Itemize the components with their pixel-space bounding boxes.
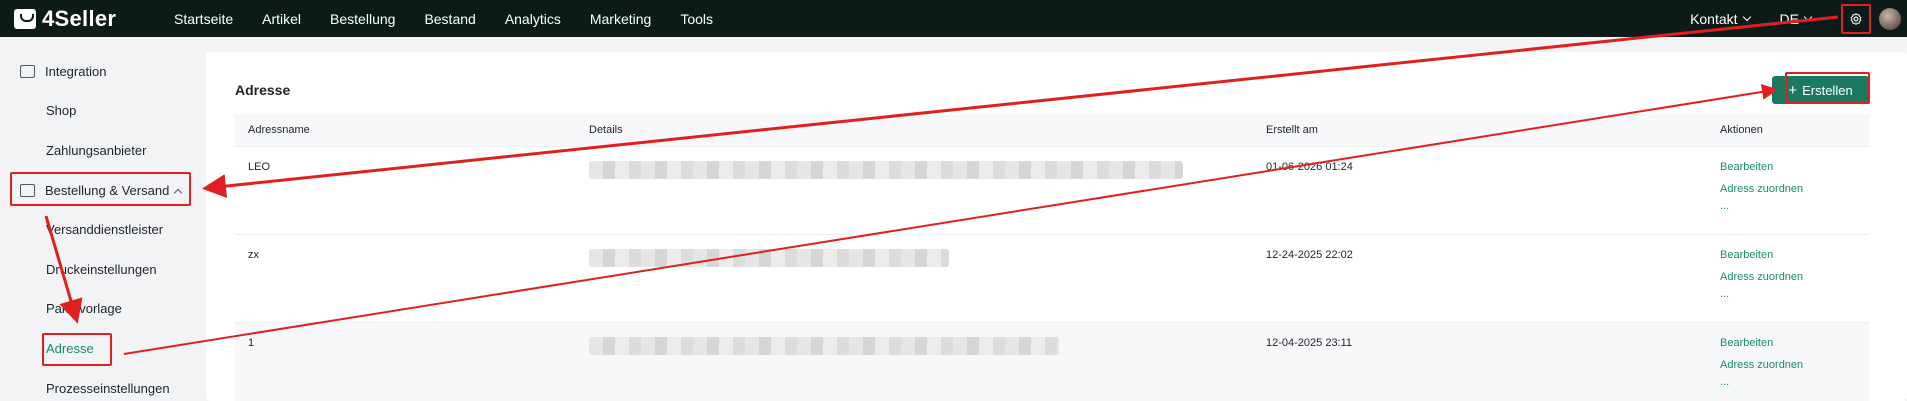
- app-logo[interactable]: 4Seller: [14, 6, 174, 32]
- column-header-name: Adressname: [248, 124, 310, 136]
- row-address-name: zx: [248, 249, 259, 261]
- nav-right: Kontakt DE: [1690, 0, 1907, 37]
- nav-item-analytics[interactable]: Analytics: [505, 11, 561, 27]
- column-header-actions: Aktionen: [1720, 124, 1763, 136]
- nav-item-bestellung[interactable]: Bestellung: [330, 11, 395, 27]
- language-label: DE: [1779, 10, 1799, 27]
- top-nav-bar: 4Seller Startseite Artikel Bestellung Be…: [0, 0, 1907, 37]
- nav-item-marketing[interactable]: Marketing: [590, 11, 651, 27]
- annotation-box-address: [42, 333, 112, 366]
- redacted-details: [589, 249, 949, 267]
- nav-item-bestand[interactable]: Bestand: [424, 11, 475, 27]
- chevron-down-icon: [1742, 12, 1751, 22]
- table-row: 1 12-04-2025 23:11 Bearbeiten Adress zuo…: [235, 322, 1869, 401]
- table-header: Adressname Details Erstellt am Aktionen: [235, 114, 1869, 146]
- avatar[interactable]: [1879, 7, 1901, 30]
- annotation-box-create: [1785, 72, 1870, 104]
- chevron-down-icon: [1803, 12, 1813, 22]
- assign-address-link[interactable]: Adress zuordnen: [1720, 359, 1803, 371]
- main-nav: Startseite Artikel Bestellung Bestand An…: [174, 0, 742, 37]
- annotation-box-order-shipping: [10, 172, 191, 206]
- address-table: Adressname Details Erstellt am Aktionen …: [235, 114, 1869, 401]
- contact-dropdown[interactable]: Kontakt: [1690, 10, 1751, 27]
- sidebar-item-print[interactable]: Druckeinstellungen: [46, 262, 157, 277]
- row-address-name: LEO: [248, 161, 271, 173]
- row-created-at: 12-24-2025 22:02: [1266, 249, 1353, 261]
- edit-link[interactable]: Bearbeiten: [1720, 249, 1773, 261]
- redacted-details: [589, 161, 1183, 179]
- row-created-at: 01-06-2026 01:24: [1266, 161, 1353, 173]
- sidebar-item-shop[interactable]: Shop: [46, 103, 76, 118]
- row-created-at: 12-04-2025 23:11: [1266, 337, 1353, 349]
- main-content: Adresse + Erstellen Adressname Details E…: [206, 52, 1907, 401]
- table-row: LEO 01-06-2026 01:24 Bearbeiten Adress z…: [235, 146, 1869, 234]
- column-header-details: Details: [589, 124, 623, 136]
- more-actions-link[interactable]: ...: [1720, 288, 1729, 300]
- settings-button[interactable]: [1841, 3, 1871, 34]
- logo-bag-icon: [14, 8, 36, 29]
- sidebar-group-integration[interactable]: Integration: [20, 64, 106, 79]
- gear-icon: [1850, 12, 1862, 25]
- assign-address-link[interactable]: Adress zuordnen: [1720, 183, 1803, 195]
- more-actions-link[interactable]: ...: [1720, 200, 1729, 212]
- sidebar-item-carrier[interactable]: Versanddienstleister: [46, 222, 163, 237]
- sidebar-item-package[interactable]: Paketvorlage: [46, 301, 122, 316]
- contact-label: Kontakt: [1690, 10, 1738, 27]
- edit-link[interactable]: Bearbeiten: [1720, 161, 1773, 173]
- table-row: zx 12-24-2025 22:02 Bearbeiten Adress zu…: [235, 234, 1869, 322]
- nav-item-artikel[interactable]: Artikel: [262, 11, 301, 27]
- edit-link[interactable]: Bearbeiten: [1720, 337, 1773, 349]
- sidebar-item-payment[interactable]: Zahlungsanbieter: [46, 143, 146, 158]
- column-header-created: Erstellt am: [1266, 124, 1318, 136]
- nav-item-startseite[interactable]: Startseite: [174, 11, 233, 27]
- sidebar-item-process[interactable]: Prozesseinstellungen: [46, 381, 170, 396]
- store-icon: [20, 65, 35, 78]
- language-dropdown[interactable]: DE: [1779, 10, 1813, 27]
- more-actions-link[interactable]: ...: [1720, 376, 1729, 388]
- row-address-name: 1: [248, 337, 255, 349]
- redacted-details: [589, 337, 1059, 355]
- app-name: 4Seller: [42, 5, 117, 31]
- nav-item-tools[interactable]: Tools: [680, 11, 713, 27]
- page-title: Adresse: [235, 82, 291, 98]
- assign-address-link[interactable]: Adress zuordnen: [1720, 271, 1803, 283]
- sidebar-group-label: Integration: [45, 64, 107, 79]
